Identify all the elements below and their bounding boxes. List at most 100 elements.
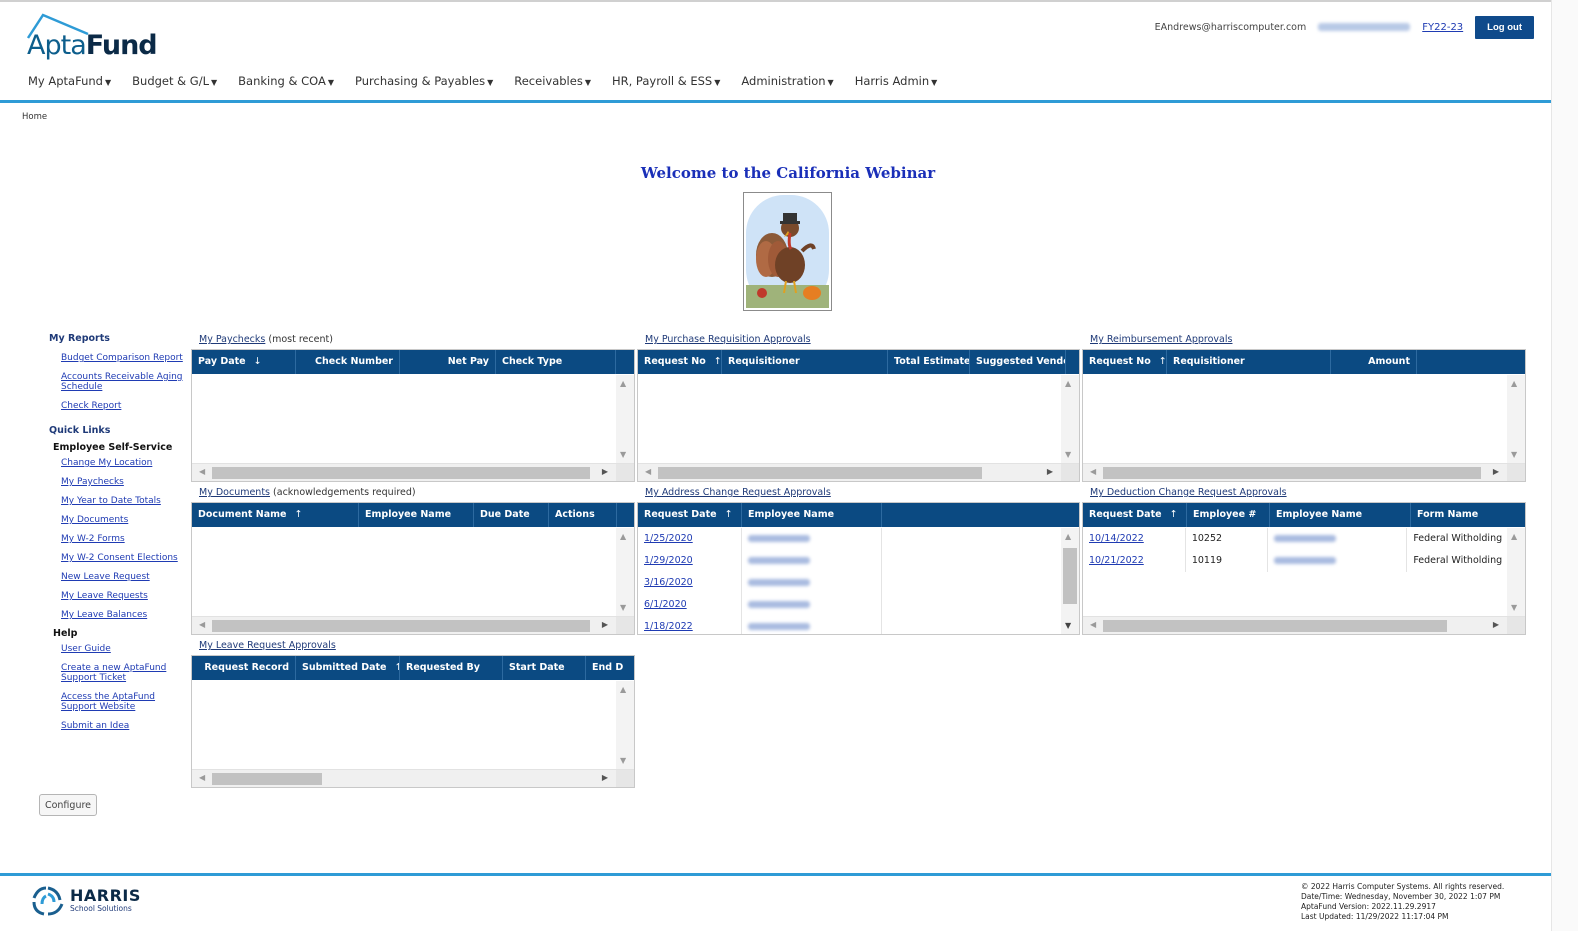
col-employee-name[interactable]: Employee Name xyxy=(742,503,882,527)
report-ar-aging[interactable]: Accounts Receivable Aging Schedule xyxy=(61,372,189,392)
fiscal-year-link[interactable]: FY22-23 xyxy=(1422,22,1463,33)
col-requisitioner[interactable]: Requisitioner xyxy=(1167,350,1331,374)
scroll-up-icon[interactable]: ▲ xyxy=(1065,532,1071,541)
link-w2-consent[interactable]: My W-2 Consent Elections xyxy=(61,553,189,563)
report-check[interactable]: Check Report xyxy=(61,401,189,411)
request-date-link[interactable]: 10/14/2022 xyxy=(1089,533,1144,544)
breadcrumb[interactable]: Home xyxy=(22,112,47,122)
configure-button[interactable]: Configure xyxy=(39,794,97,816)
vertical-scrollbar[interactable]: ▲ ▼ xyxy=(1061,528,1079,634)
scroll-left-icon[interactable]: ◀ xyxy=(1090,620,1096,629)
scroll-up-icon[interactable]: ▲ xyxy=(620,685,626,694)
scroll-thumb[interactable] xyxy=(212,467,590,479)
horizontal-scrollbar[interactable]: ◀ ▶ xyxy=(1083,616,1525,634)
scroll-right-icon[interactable]: ▶ xyxy=(602,773,608,782)
col-employee-number[interactable]: Employee # xyxy=(1187,503,1270,527)
link-my-documents[interactable]: My Documents xyxy=(61,515,189,525)
employee-name-link[interactable] xyxy=(1268,528,1408,550)
table-row[interactable]: 10/21/2022 10119 Federal Witholding xyxy=(1083,550,1507,572)
col-pay-date[interactable]: Pay Date ↓ xyxy=(192,350,296,374)
employee-name-link[interactable] xyxy=(742,616,882,634)
horizontal-scrollbar[interactable]: ◀ ▶ xyxy=(638,463,1079,481)
scroll-down-icon[interactable]: ▼ xyxy=(1511,603,1517,612)
vertical-scrollbar[interactable]: ▲ ▼ xyxy=(1507,528,1525,616)
table-row[interactable]: 1/18/2022 xyxy=(638,616,1061,634)
col-document-name[interactable]: Document Name ↑ xyxy=(192,503,359,527)
scroll-thumb[interactable] xyxy=(1103,467,1481,479)
col-end-date[interactable]: End D xyxy=(586,656,634,680)
table-row[interactable]: 1/29/2020 xyxy=(638,550,1061,572)
reimbursement-title-link[interactable]: My Reimbursement Approvals xyxy=(1090,334,1232,345)
employee-name-link[interactable] xyxy=(742,528,882,550)
col-employee-name[interactable]: Employee Name xyxy=(1270,503,1411,527)
scroll-right-icon[interactable]: ▶ xyxy=(1493,620,1499,629)
requisition-title-link[interactable]: My Purchase Requisition Approvals xyxy=(645,334,811,345)
col-check-type[interactable]: Check Type xyxy=(496,350,616,374)
scroll-down-icon[interactable]: ▼ xyxy=(620,603,626,612)
vertical-scrollbar[interactable]: ▲ ▼ xyxy=(1061,375,1079,463)
scroll-down-icon[interactable]: ▼ xyxy=(1511,450,1517,459)
table-row[interactable]: 1/25/2020 xyxy=(638,528,1061,550)
vertical-scrollbar[interactable]: ▲ ▼ xyxy=(616,375,634,463)
horizontal-scrollbar[interactable]: ◀ ▶ xyxy=(192,616,634,634)
deduction-change-title-link[interactable]: My Deduction Change Request Approvals xyxy=(1090,487,1287,498)
col-check-number[interactable]: Check Number xyxy=(296,350,400,374)
col-request-date[interactable]: Request Date ↑ xyxy=(1083,503,1187,527)
request-date-link[interactable]: 1/25/2020 xyxy=(644,533,693,544)
col-request-record[interactable]: Request Record xyxy=(192,656,296,680)
col-requisitioner[interactable]: Requisitioner xyxy=(722,350,888,374)
col-due-date[interactable]: Due Date xyxy=(474,503,549,527)
nav-purchasing-payables[interactable]: Purchasing & Payables ▼ xyxy=(355,74,493,88)
vertical-scrollbar[interactable]: ▲ ▼ xyxy=(616,681,634,769)
col-request-no[interactable]: Request No ↑ xyxy=(638,350,722,374)
user-name-link[interactable] xyxy=(1318,23,1411,31)
col-net-pay[interactable]: Net Pay xyxy=(400,350,496,374)
table-row[interactable]: 10/14/2022 10252 Federal Witholding xyxy=(1083,528,1507,550)
scroll-right-icon[interactable]: ▶ xyxy=(602,467,608,476)
address-change-title-link[interactable]: My Address Change Request Approvals xyxy=(645,487,831,498)
col-total-estimate[interactable]: Total Estimate xyxy=(888,350,970,374)
request-date-link[interactable]: 1/18/2022 xyxy=(644,621,693,632)
col-form-name[interactable]: Form Name xyxy=(1411,503,1509,527)
nav-administration[interactable]: Administration ▼ xyxy=(741,74,833,88)
scroll-thumb[interactable] xyxy=(1103,620,1447,632)
scroll-thumb[interactable] xyxy=(212,620,590,632)
nav-budget-gl[interactable]: Budget & G/L ▼ xyxy=(132,74,217,88)
scroll-left-icon[interactable]: ◀ xyxy=(645,467,651,476)
scroll-up-icon[interactable]: ▲ xyxy=(620,532,626,541)
link-w2-forms[interactable]: My W-2 Forms xyxy=(61,534,189,544)
nav-receivables[interactable]: Receivables ▼ xyxy=(514,74,591,88)
leave-approval-title-link[interactable]: My Leave Request Approvals xyxy=(199,640,336,651)
nav-harris-admin[interactable]: Harris Admin ▼ xyxy=(855,74,938,88)
page-scrollbar[interactable] xyxy=(1551,0,1578,931)
col-submitted-date[interactable]: Submitted Date↑ xyxy=(296,656,400,680)
col-suggested-vendor[interactable]: Suggested Vendor xyxy=(970,350,1066,374)
employee-name-link[interactable] xyxy=(742,550,882,572)
logout-button[interactable]: Log out xyxy=(1475,15,1534,39)
aptafund-logo[interactable]: AptaFund xyxy=(26,12,166,66)
scroll-up-icon[interactable]: ▲ xyxy=(1511,532,1517,541)
scroll-down-icon[interactable]: ▼ xyxy=(1065,450,1071,459)
scroll-up-icon[interactable]: ▲ xyxy=(1511,379,1517,388)
link-my-leave-balances[interactable]: My Leave Balances xyxy=(61,610,189,620)
employee-name-link[interactable] xyxy=(742,594,882,616)
horizontal-scrollbar[interactable]: ◀ ▶ xyxy=(192,769,634,787)
employee-name-link[interactable] xyxy=(1268,550,1408,572)
link-my-leave-requests[interactable]: My Leave Requests xyxy=(61,591,189,601)
scroll-right-icon[interactable]: ▶ xyxy=(602,620,608,629)
col-amount[interactable]: Amount xyxy=(1331,350,1417,374)
scroll-right-icon[interactable]: ▶ xyxy=(1493,467,1499,476)
scroll-right-icon[interactable]: ▶ xyxy=(1047,467,1053,476)
link-new-leave-request[interactable]: New Leave Request xyxy=(61,572,189,582)
nav-my-aptafund[interactable]: My AptaFund ▼ xyxy=(28,74,111,88)
nav-hr-payroll-ess[interactable]: HR, Payroll & ESS ▼ xyxy=(612,74,720,88)
request-date-link[interactable]: 3/16/2020 xyxy=(644,577,693,588)
scroll-left-icon[interactable]: ◀ xyxy=(199,467,205,476)
scroll-down-icon[interactable]: ▼ xyxy=(1065,621,1071,630)
employee-name-link[interactable] xyxy=(742,572,882,594)
scroll-left-icon[interactable]: ◀ xyxy=(1090,467,1096,476)
col-request-no[interactable]: Request No ↑ xyxy=(1083,350,1167,374)
link-support-website[interactable]: Access the AptaFund Support Website xyxy=(61,692,165,712)
link-submit-idea[interactable]: Submit an Idea xyxy=(61,721,189,731)
scroll-left-icon[interactable]: ◀ xyxy=(199,620,205,629)
